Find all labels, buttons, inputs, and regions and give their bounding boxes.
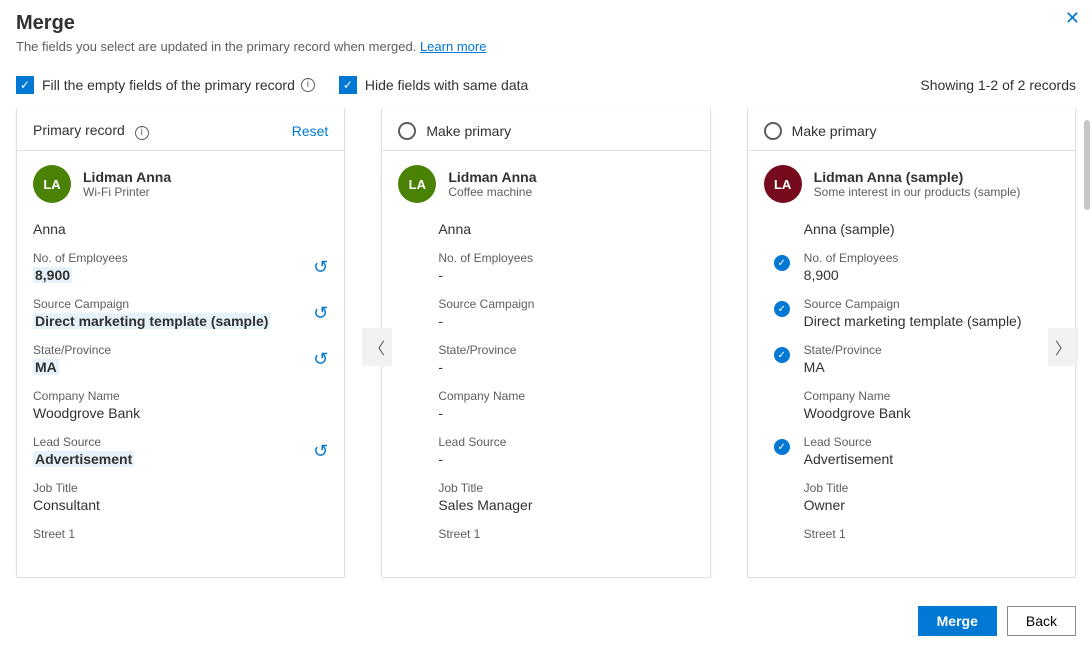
field-label: Source Campaign: [804, 297, 1059, 311]
field-label: Street 1: [33, 527, 328, 541]
info-icon[interactable]: i: [135, 126, 149, 140]
field-value[interactable]: MA: [804, 359, 1059, 375]
make-primary-label: Make primary: [792, 123, 877, 139]
field-label: State/Province: [33, 343, 328, 357]
learn-more-link[interactable]: Learn more: [420, 39, 486, 54]
field-label: State/Province: [804, 343, 1059, 357]
page-title: Merge: [16, 12, 1076, 35]
make-primary-label: Make primary: [426, 123, 511, 139]
field-value[interactable]: Owner: [804, 497, 1059, 513]
record-name: Lidman Anna: [83, 169, 171, 185]
field-label: Lead Source: [33, 435, 328, 449]
selected-check-icon[interactable]: ✓: [774, 439, 790, 455]
field-value[interactable]: -: [438, 405, 693, 421]
field-value[interactable]: -: [438, 359, 693, 375]
record-count: Showing 1-2 of 2 records: [920, 77, 1076, 93]
fill-empty-checkbox[interactable]: ✓: [16, 76, 34, 94]
field-label: Company Name: [33, 389, 328, 403]
record-subtitle: Wi-Fi Printer: [83, 185, 171, 199]
back-button[interactable]: Back: [1007, 606, 1076, 636]
next-record-button[interactable]: 〉: [1048, 328, 1078, 366]
merge-card-primary: Primary record i Reset LA Lidman Anna Wi…: [16, 108, 345, 578]
field-label: No. of Employees: [804, 251, 1059, 265]
field-value[interactable]: Woodgrove Bank: [804, 405, 1059, 421]
field-label: Source Campaign: [438, 297, 693, 311]
close-icon[interactable]: ✕: [1065, 8, 1080, 29]
field-value[interactable]: 8,900: [804, 267, 1059, 283]
make-primary-radio[interactable]: [398, 122, 416, 140]
field-label: Source Campaign: [33, 297, 328, 311]
prev-record-button[interactable]: 〈: [362, 328, 392, 366]
avatar: LA: [764, 165, 802, 203]
field-label: Lead Source: [438, 435, 693, 449]
undo-icon[interactable]: ↺: [313, 257, 328, 278]
merge-card-2: Make primary LA Lidman Anna Coffee machi…: [381, 108, 710, 578]
merge-card-3: Make primary LA Lidman Anna (sample) Som…: [747, 108, 1076, 578]
field-label: Company Name: [804, 389, 1059, 403]
field-label: No. of Employees: [33, 251, 328, 265]
record-subtitle: Coffee machine: [448, 185, 536, 199]
info-icon[interactable]: i: [301, 78, 315, 92]
field-label: State/Province: [438, 343, 693, 357]
field-label: Street 1: [804, 527, 1059, 541]
topic-value: Anna (sample): [804, 221, 1059, 237]
field-value[interactable]: -: [438, 451, 693, 467]
field-label: No. of Employees: [438, 251, 693, 265]
topic-value: Anna: [438, 221, 693, 237]
make-primary-radio[interactable]: [764, 122, 782, 140]
fill-empty-label: Fill the empty fields of the primary rec…: [42, 77, 295, 93]
field-value[interactable]: Consultant: [33, 497, 328, 513]
reset-link[interactable]: Reset: [292, 123, 329, 139]
record-subtitle: Some interest in our products (sample): [814, 185, 1021, 199]
field-value[interactable]: -: [438, 313, 693, 329]
field-value[interactable]: Direct marketing template (sample): [804, 313, 1059, 329]
field-value[interactable]: Sales Manager: [438, 497, 693, 513]
field-value[interactable]: Advertisement: [804, 451, 1059, 467]
scrollbar-thumb[interactable]: [1084, 120, 1090, 210]
selected-check-icon[interactable]: ✓: [774, 301, 790, 317]
field-label: Lead Source: [804, 435, 1059, 449]
field-label: Job Title: [804, 481, 1059, 495]
primary-record-label: Primary record i: [33, 122, 149, 140]
field-value[interactable]: Woodgrove Bank: [33, 405, 328, 421]
field-label: Street 1: [438, 527, 693, 541]
record-name: Lidman Anna: [448, 169, 536, 185]
undo-icon[interactable]: ↺: [313, 303, 328, 324]
selected-check-icon[interactable]: ✓: [774, 347, 790, 363]
avatar: LA: [33, 165, 71, 203]
field-label: Job Title: [33, 481, 328, 495]
avatar: LA: [398, 165, 436, 203]
page-subtitle: The fields you select are updated in the…: [16, 39, 1076, 54]
field-value[interactable]: Direct marketing template (sample): [33, 313, 270, 329]
selected-check-icon[interactable]: ✓: [774, 255, 790, 271]
hide-same-checkbox[interactable]: ✓: [339, 76, 357, 94]
field-value[interactable]: Advertisement: [33, 451, 134, 467]
hide-same-label: Hide fields with same data: [365, 77, 528, 93]
undo-icon[interactable]: ↺: [313, 441, 328, 462]
topic-value: Anna: [33, 221, 328, 237]
subtitle-text: The fields you select are updated in the…: [16, 39, 416, 54]
field-value[interactable]: -: [438, 267, 693, 283]
field-value[interactable]: 8,900: [33, 267, 72, 283]
field-label: Job Title: [438, 481, 693, 495]
field-label: Company Name: [438, 389, 693, 403]
undo-icon[interactable]: ↺: [313, 349, 328, 370]
record-name: Lidman Anna (sample): [814, 169, 1021, 185]
merge-button[interactable]: Merge: [918, 606, 997, 636]
field-value[interactable]: MA: [33, 359, 59, 375]
